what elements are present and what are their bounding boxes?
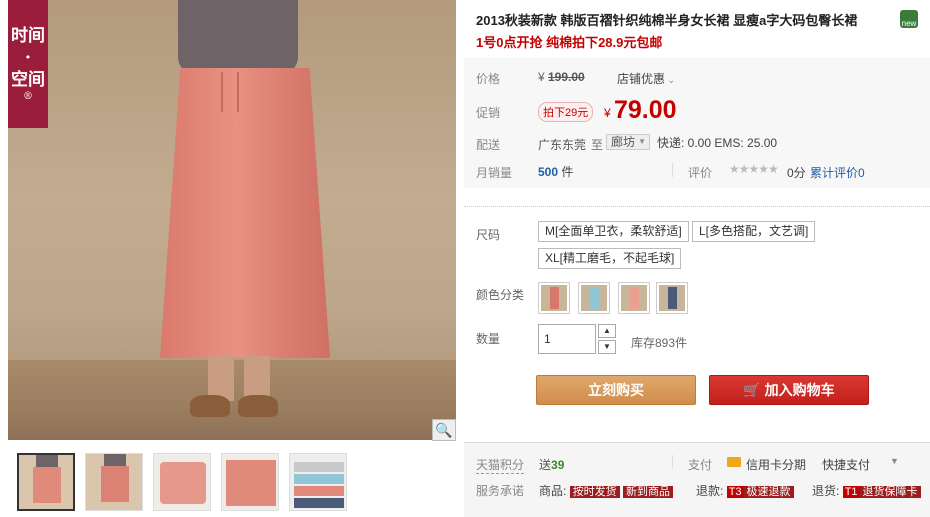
thumbnail-3[interactable] <box>153 453 211 511</box>
price-label: 价格 <box>476 72 501 86</box>
shop-discount-label: 店铺优惠 <box>617 72 666 86</box>
return-guarantee-tag[interactable]: 退货保障卡 <box>859 486 921 498</box>
divider <box>672 455 673 469</box>
color-swatch-fill <box>668 287 677 309</box>
tmall-cat-icon: new <box>900 10 918 28</box>
quantity-label: 数量 <box>476 332 501 346</box>
brand-logo: 时间 · 空间 ® <box>8 0 48 128</box>
tmall-badge-text: new <box>901 19 917 28</box>
fast-refund-tag[interactable]: 极速退款 <box>743 486 794 498</box>
buy-now-button[interactable]: 立刻购买 <box>536 375 696 405</box>
cumulative-reviews-link[interactable]: 累计评价0 <box>810 164 865 181</box>
thumbnail-2[interactable] <box>85 453 143 511</box>
refund-label: 退款: <box>696 484 724 498</box>
original-price: 199.00 <box>548 70 585 84</box>
promo-label: 促销 <box>476 106 501 120</box>
sales-count: 500 <box>538 165 559 179</box>
color-swatch-3[interactable] <box>618 282 650 314</box>
return-label: 退货: <box>812 484 840 498</box>
brand-dot: · <box>25 48 31 68</box>
color-swatch-fill <box>550 287 559 309</box>
delivery-fees: 快递: 0.00 EMS: 25.00 <box>657 136 778 150</box>
payment-label: 支付 <box>688 458 713 472</box>
thumbnail-1[interactable] <box>17 453 75 511</box>
brand-line1: 时间 <box>11 26 45 46</box>
size-option-l[interactable]: L[多色搭配，文艺调] <box>692 221 816 242</box>
new-arrival-tag[interactable]: 新到商品 <box>623 486 674 498</box>
photo-shoe-right <box>238 395 278 417</box>
service-promise-label: 服务承诺 <box>476 484 525 498</box>
points-value: 39 <box>551 458 565 472</box>
rating-score: 0分 <box>787 166 806 180</box>
price-currency: ¥ <box>538 70 545 84</box>
sales-label: 月销量 <box>476 166 513 180</box>
t1-badge: T1 <box>842 486 860 498</box>
promo-price: 79.00 <box>614 96 677 124</box>
promo-tag: 拍下29元 <box>538 102 594 122</box>
quantity-decrease-button[interactable]: ▼ <box>598 340 616 354</box>
color-label: 颜色分类 <box>476 288 525 302</box>
chevron-down-icon[interactable]: ▼ <box>890 456 899 466</box>
rating-stars: ★★★★★ <box>729 162 779 176</box>
size-option-xl[interactable]: XL[精工磨毛，不起毛球] <box>538 248 682 269</box>
tmall-points-label[interactable]: 天猫积分 <box>476 456 525 474</box>
photo-torso <box>178 0 298 75</box>
sales-unit: 件 <box>561 165 574 179</box>
cart-icon: 🛒 <box>743 382 761 398</box>
color-swatch-1[interactable] <box>538 282 570 314</box>
divider <box>672 163 673 177</box>
add-to-cart-button[interactable]: 🛒 加入购物车 <box>709 375 869 405</box>
size-label: 尺码 <box>476 228 501 242</box>
service-footer <box>464 442 930 517</box>
size-option-m[interactable]: M[全面单卫衣，柔软舒适] <box>538 221 689 242</box>
rating-label: 评价 <box>688 166 713 180</box>
color-swatch-fill <box>630 287 639 309</box>
delivery-label: 配送 <box>476 138 501 152</box>
product-subtitle: 1号0点开抢 纯棉拍下28.9元包邮 <box>476 35 663 50</box>
product-page: 时间 · 空间 ® 🔍 2013秋装新款 韩版百褶针织纯棉半身女长裙 显瘦a字大… <box>0 0 930 517</box>
thumbnail-4[interactable] <box>221 453 279 511</box>
delivery-to-word: 至 <box>591 138 604 152</box>
product-title: 2013秋装新款 韩版百褶针织纯棉半身女长裙 显瘦a字大码包臀长裙 <box>476 13 858 28</box>
quantity-increase-button[interactable]: ▲ <box>598 324 616 338</box>
on-time-delivery-tag[interactable]: 按时发货 <box>569 486 620 498</box>
points-prefix: 送 <box>539 458 552 472</box>
color-swatch-4[interactable] <box>656 282 688 314</box>
photo-drawstring <box>221 72 239 112</box>
zoom-icon[interactable]: 🔍 <box>432 419 456 441</box>
photo-shoe-left <box>190 395 230 417</box>
stock-count: 库存893件 <box>631 336 688 350</box>
thumbnail-5[interactable] <box>289 453 347 511</box>
city-select[interactable]: 廊坊 ▼ <box>606 134 650 150</box>
color-swatch-fill <box>590 287 599 309</box>
brand-registered: ® <box>23 91 33 102</box>
add-to-cart-label: 加入购物车 <box>764 382 835 398</box>
t3-badge: T3 <box>726 486 744 498</box>
brand-line2: 空间 <box>11 70 45 90</box>
goods-label: 商品: <box>539 484 567 498</box>
shop-discount-dropdown[interactable]: 店铺优惠 ⌄ <box>617 70 675 87</box>
quantity-input[interactable]: 1 <box>538 324 596 354</box>
delivery-from: 广东东莞 <box>538 138 587 152</box>
city-value: 廊坊 <box>611 135 636 149</box>
quick-pay[interactable]: 快捷支付 <box>822 456 870 473</box>
main-product-image[interactable] <box>8 0 456 440</box>
credit-card-installment[interactable]: 信用卡分期 <box>746 456 806 473</box>
chevron-down-icon: ▼ <box>638 137 646 146</box>
promo-currency: ¥ <box>604 106 611 120</box>
credit-card-icon <box>727 457 741 467</box>
chevron-down-icon: ⌄ <box>665 75 676 85</box>
color-swatch-2[interactable] <box>578 282 610 314</box>
photo-skirt <box>160 68 330 358</box>
